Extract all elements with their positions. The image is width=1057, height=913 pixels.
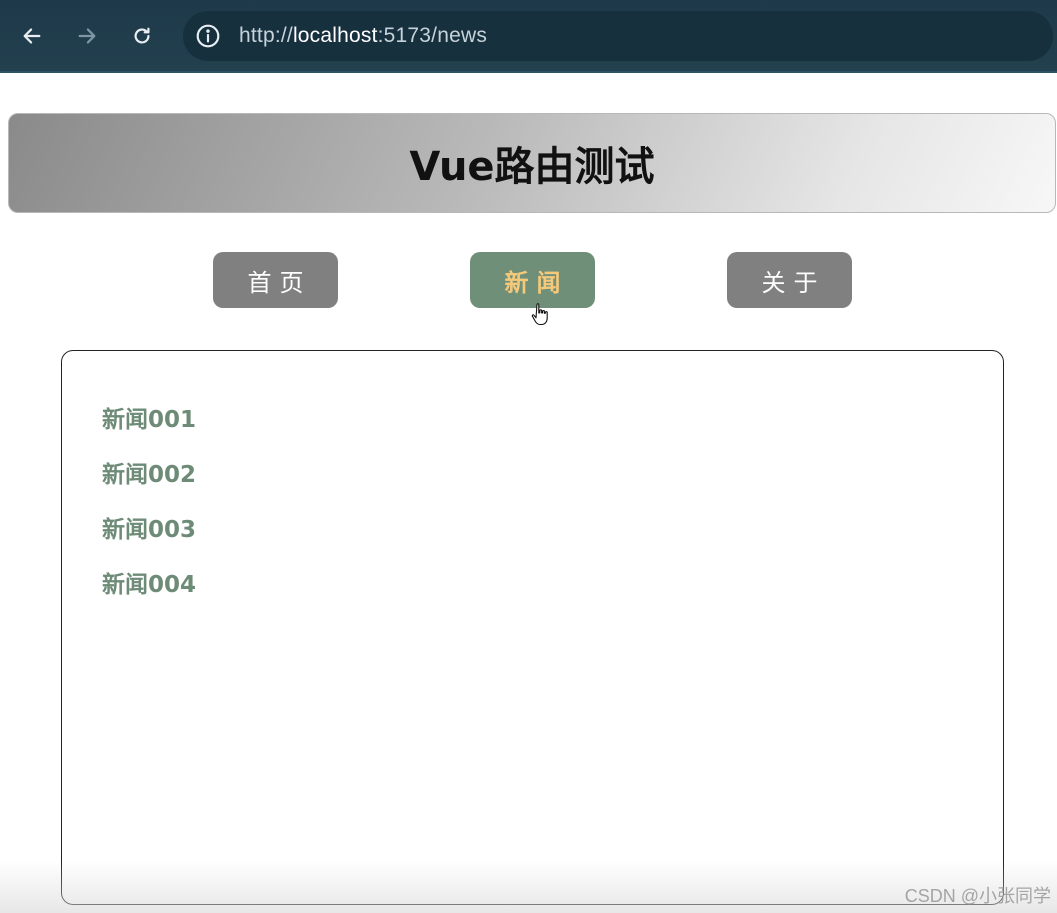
url-path: :5173/news (377, 24, 488, 47)
nav-link-home[interactable]: 首页 (213, 252, 338, 308)
news-list: 新闻001 新闻002 新闻003 新闻004 (102, 403, 196, 623)
nav-link-news[interactable]: 新闻 (470, 252, 595, 308)
forward-arrow-icon (78, 28, 96, 44)
news-item-link[interactable]: 新闻003 (102, 513, 196, 568)
reload-icon (134, 27, 150, 44)
news-item-link[interactable]: 新闻004 (102, 568, 196, 623)
info-icon (196, 24, 220, 48)
back-arrow-icon (23, 28, 41, 44)
nav-link-about[interactable]: 关于 (727, 252, 852, 308)
url-prefix: http:// (239, 24, 293, 47)
router-view-container: 新闻001 新闻002 新闻003 新闻004 (61, 350, 1004, 905)
watermark-text: CSDN @小张同学 (904, 886, 1051, 906)
news-item-link[interactable]: 新闻001 (102, 403, 196, 458)
forward-button[interactable] (69, 18, 105, 54)
page-title: Vue路由测试 (409, 144, 655, 190)
address-bar[interactable]: http://localhost:5173/news (183, 11, 1053, 61)
browser-toolbar: http://localhost:5173/news (0, 0, 1057, 73)
router-nav: 首页 新闻 关于 (0, 252, 1057, 308)
url-text[interactable]: http://localhost:5173/news (239, 24, 487, 48)
hand-cursor-icon (531, 303, 548, 326)
page-header: Vue路由测试 (8, 113, 1056, 213)
back-button[interactable] (14, 18, 50, 54)
site-info-button[interactable] (183, 11, 233, 61)
reload-button[interactable] (124, 18, 160, 54)
news-item-link[interactable]: 新闻002 (102, 458, 196, 513)
url-host: localhost (292, 24, 378, 47)
